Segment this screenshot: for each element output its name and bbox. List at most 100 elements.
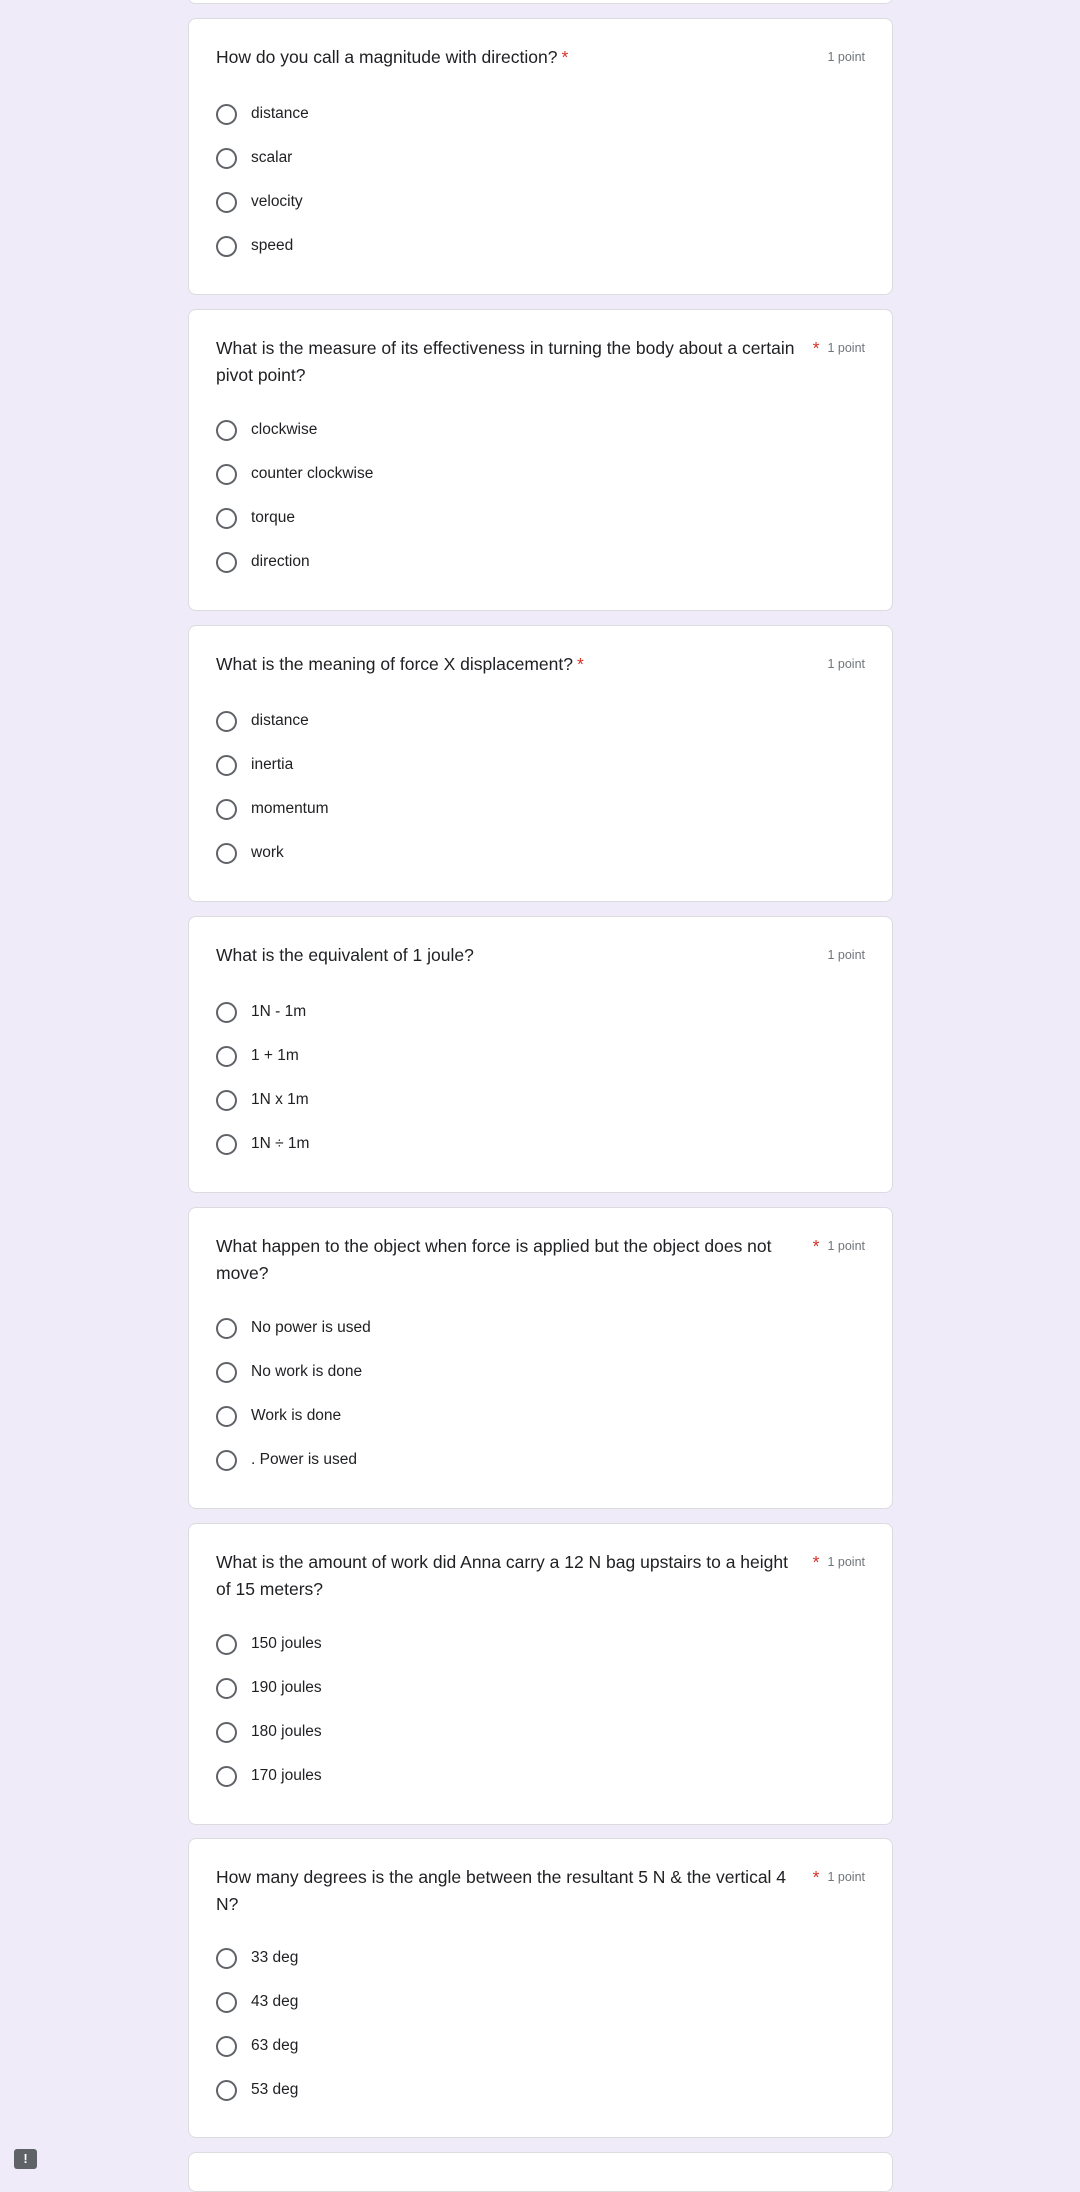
option-53-deg[interactable]: 53 deg <box>216 2075 298 2105</box>
points-label: 1 point <box>827 948 865 962</box>
option-label: speed <box>251 237 294 254</box>
radio-button[interactable] <box>216 1045 237 1067</box>
radio-button[interactable] <box>216 463 237 485</box>
option-clockwise[interactable]: clockwise <box>216 415 317 445</box>
option-no-power-used[interactable]: No power is used <box>216 1313 371 1343</box>
option-torque[interactable]: torque <box>216 503 295 533</box>
option-label: 1 + 1m <box>251 1047 299 1064</box>
points-label: 1 point <box>827 50 865 64</box>
question-title: What is the meaning of force X displacem… <box>216 654 573 674</box>
radio-button[interactable] <box>216 842 237 864</box>
option-velocity[interactable]: velocity <box>216 187 303 217</box>
option-no-work-done[interactable]: No work is done <box>216 1357 362 1387</box>
option-1n-divided-1m[interactable]: 1N ÷ 1m <box>216 1129 309 1159</box>
radio-button[interactable] <box>216 2035 237 2057</box>
radio-button[interactable] <box>216 1991 237 2013</box>
radio-button[interactable] <box>216 1361 237 1383</box>
option-label: 43 deg <box>251 1993 299 2010</box>
radio-button[interactable] <box>216 419 237 441</box>
option-63-deg[interactable]: 63 deg <box>216 2031 298 2061</box>
option-label: No power is used <box>251 1319 371 1336</box>
radio-button[interactable] <box>216 1133 237 1155</box>
option-work-done[interactable]: Work is done <box>216 1401 341 1431</box>
question-card-3: What is the meaning of force X displacem… <box>188 625 893 902</box>
option-150-joules[interactable]: 150 joules <box>216 1629 322 1659</box>
required-asterisk: * <box>812 338 820 358</box>
option-label: direction <box>251 553 310 570</box>
option-label: 63 deg <box>251 2037 299 2054</box>
question-header: How do you call a magnitude with directi… <box>216 44 865 71</box>
question-header: What is the measure of its effectiveness… <box>216 335 865 389</box>
points-label: 1 point <box>827 1555 865 1569</box>
option-label: counter clockwise <box>251 465 374 482</box>
option-direction[interactable]: direction <box>216 547 310 577</box>
radio-button[interactable] <box>216 191 237 213</box>
radio-button[interactable] <box>216 1089 237 1111</box>
option-label: scalar <box>251 149 293 166</box>
exclamation-icon[interactable]: ! <box>14 2149 37 2169</box>
option-label: No work is done <box>251 1363 363 1380</box>
radio-button[interactable] <box>216 551 237 573</box>
option-work[interactable]: work <box>216 838 284 868</box>
option-distance[interactable]: distance <box>216 706 309 736</box>
option-counter-clockwise[interactable]: counter clockwise <box>216 459 373 489</box>
radio-button[interactable] <box>216 1001 237 1023</box>
required-asterisk: * <box>812 1236 820 1256</box>
radio-button[interactable] <box>216 710 237 732</box>
option-43-deg[interactable]: 43 deg <box>216 1987 298 2017</box>
question-title: What happen to the object when force is … <box>216 1236 772 1283</box>
question-card-1: How do you call a magnitude with directi… <box>188 18 893 295</box>
option-inertia[interactable]: inertia <box>216 750 293 780</box>
required-asterisk: * <box>561 47 569 67</box>
radio-button[interactable] <box>216 1633 237 1655</box>
option-momentum[interactable]: momentum <box>216 794 329 824</box>
option-distance[interactable]: distance <box>216 99 309 129</box>
radio-button[interactable] <box>216 1405 237 1427</box>
question-title: What is the equivalent of 1 joule? <box>216 945 474 965</box>
question-header: How many degrees is the angle between th… <box>216 1864 865 1918</box>
option-1n-times-1m[interactable]: 1N x 1m <box>216 1085 309 1115</box>
option-scalar[interactable]: scalar <box>216 143 292 173</box>
option-label: Work is done <box>251 1407 342 1424</box>
option-label: momentum <box>251 800 329 817</box>
radio-button[interactable] <box>216 1449 237 1471</box>
question-card-6: What is the amount of work did Anna carr… <box>188 1523 893 1825</box>
option-180-joules[interactable]: 180 joules <box>216 1717 322 1747</box>
radio-button[interactable] <box>216 147 237 169</box>
required-asterisk: * <box>812 1552 820 1572</box>
option-speed[interactable]: speed <box>216 231 293 261</box>
option-1n-minus-1m[interactable]: 1N - 1m <box>216 997 306 1027</box>
radio-button[interactable] <box>216 1721 237 1743</box>
radio-button[interactable] <box>216 1317 237 1339</box>
next-question-card <box>188 2152 893 2192</box>
radio-button[interactable] <box>216 1677 237 1699</box>
option-label: torque <box>251 509 295 526</box>
option-190-joules[interactable]: 190 joules <box>216 1673 322 1703</box>
required-asterisk: * <box>577 654 584 674</box>
question-title: What is the amount of work did Anna carr… <box>216 1552 788 1599</box>
radio-button[interactable] <box>216 754 237 776</box>
radio-button[interactable] <box>216 235 237 257</box>
radio-button[interactable] <box>216 1765 237 1787</box>
question-title: How many degrees is the angle between th… <box>216 1867 787 1914</box>
option-label: . Power is used <box>251 1451 357 1468</box>
radio-button[interactable] <box>216 1947 237 1969</box>
radio-button[interactable] <box>216 2079 237 2101</box>
option-power-used[interactable]: . Power is used <box>216 1445 357 1475</box>
question-header: What is the meaning of force X displacem… <box>216 651 865 678</box>
radio-button[interactable] <box>216 507 237 529</box>
radio-button[interactable] <box>216 103 237 125</box>
option-33-deg[interactable]: 33 deg <box>216 1943 298 1973</box>
option-label: work <box>251 844 284 861</box>
previous-question-card <box>188 0 893 4</box>
question-card-7: How many degrees is the angle between th… <box>188 1838 893 2138</box>
points-label: 1 point <box>827 1870 865 1884</box>
points-label: 1 point <box>827 657 865 671</box>
question-card-2: What is the measure of its effectiveness… <box>188 309 893 611</box>
option-1-plus-1m[interactable]: 1 + 1m <box>216 1041 299 1071</box>
radio-button[interactable] <box>216 798 237 820</box>
option-label: inertia <box>251 756 294 773</box>
option-label: 1N - 1m <box>251 1003 307 1020</box>
option-170-joules[interactable]: 170 joules <box>216 1761 322 1791</box>
option-label: 170 joules <box>251 1767 322 1784</box>
